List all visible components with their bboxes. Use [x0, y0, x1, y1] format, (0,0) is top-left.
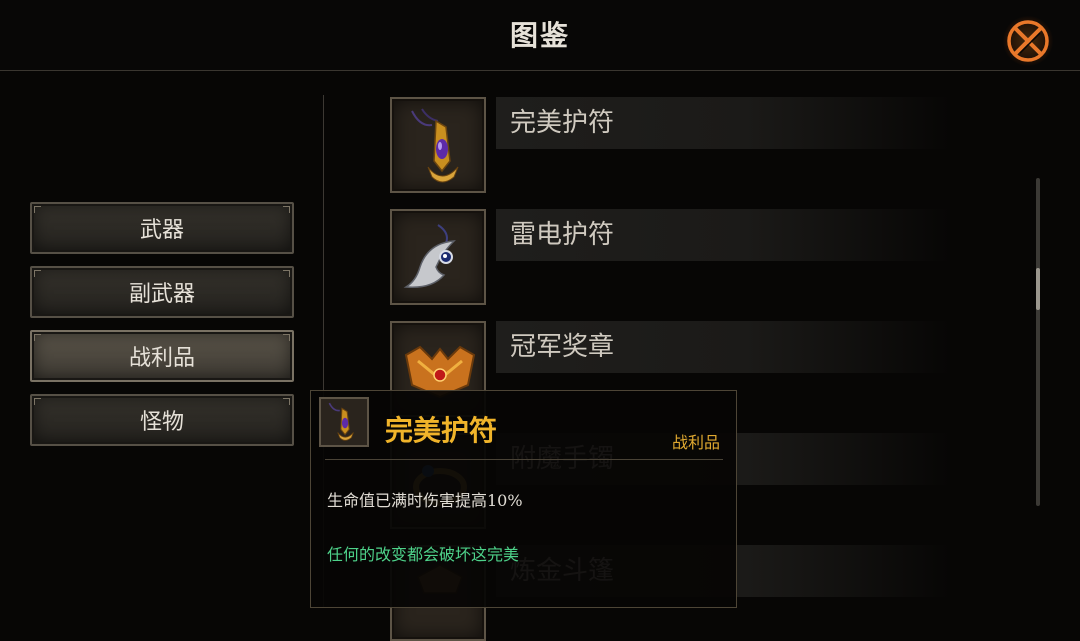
scrollbar-thumb[interactable]: [1036, 268, 1040, 310]
tooltip-item-category: 战利品: [671, 433, 720, 452]
category-loot-button[interactable]: 战利品: [30, 330, 294, 382]
amulet-purple-gem-icon: [411, 108, 459, 183]
item-name: 雷电护符: [496, 209, 950, 261]
category-secondary-weapons-button[interactable]: 副武器: [30, 266, 294, 318]
close-button[interactable]: [1003, 16, 1053, 66]
list-item-perfect-amulet[interactable]: 完美护符: [390, 97, 950, 193]
category-monsters-button[interactable]: 怪物: [30, 394, 294, 446]
tooltip-effect-description: 生命值已满时伤害提高10%: [327, 491, 523, 510]
item-tooltip: 完美护符 战利品 生命值已满时伤害提高10% 任何的改变都会破坏这完美: [310, 390, 737, 608]
tooltip-item-icon-frame: [319, 397, 369, 447]
amulet-purple-gem-icon: [328, 402, 354, 441]
close-x-circle-icon: [1007, 20, 1049, 62]
item-name: 冠军奖章: [496, 321, 950, 373]
scrollbar-track[interactable]: [1036, 178, 1040, 506]
item-icon-frame: [390, 97, 486, 193]
item-name: 完美护符: [496, 97, 950, 149]
item-icon-frame: [390, 209, 486, 305]
category-weapons-button[interactable]: 武器: [30, 202, 294, 254]
crescent-amulet-icon: [403, 224, 456, 288]
header-divider: [0, 70, 1080, 71]
list-item-thunder-amulet[interactable]: 雷电护符: [390, 209, 950, 305]
tooltip-flavor-text: 任何的改变都会破坏这完美: [327, 545, 520, 564]
page-title: 图鉴: [509, 19, 570, 52]
tooltip-item-name: 完美护符: [385, 414, 498, 447]
tooltip-divider: [325, 459, 723, 460]
